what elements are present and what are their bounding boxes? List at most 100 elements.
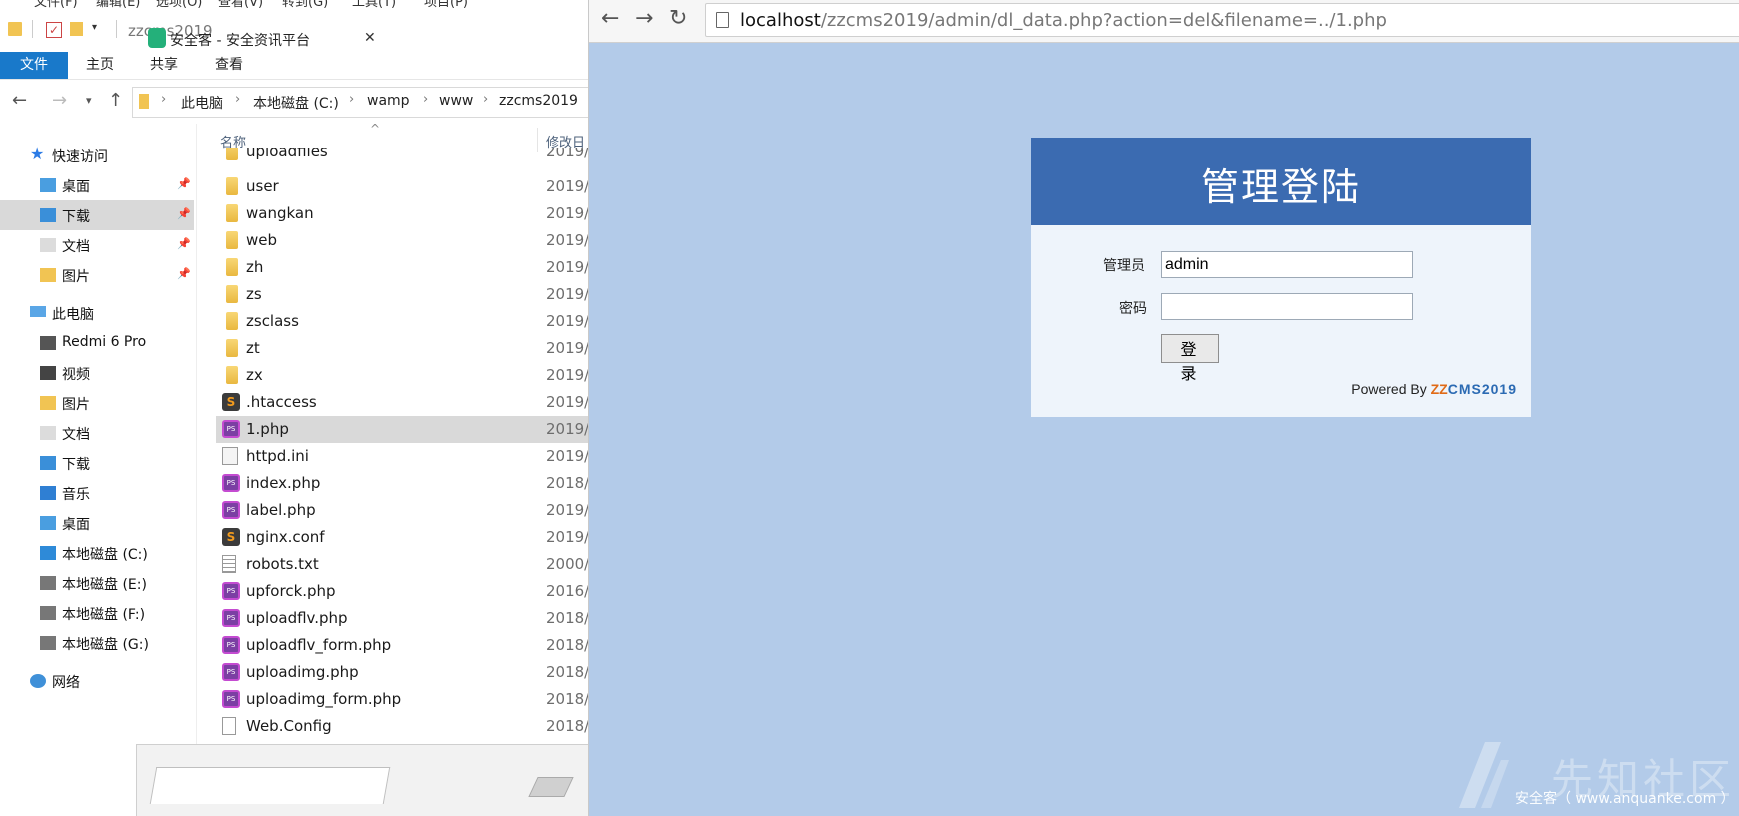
sidebar-item[interactable]: Redmi 6 Pro (0, 328, 194, 358)
breadcrumb-wamp[interactable]: wamp (367, 93, 410, 109)
pin-icon[interactable]: 📌 (177, 267, 191, 280)
sidebar-item[interactable]: 音乐 (0, 478, 194, 508)
sidebar-item[interactable]: 文档 📌 (0, 230, 194, 260)
login-button[interactable]: 登 录 (1161, 334, 1219, 383)
file-row[interactable]: PS upforck.php 2016/ (216, 578, 588, 605)
file-name: Web.Config (246, 717, 332, 735)
menu-item[interactable]: 查看(V) (218, 0, 263, 8)
properties-checkmark-icon[interactable]: ✓ (46, 22, 62, 38)
sidebar-item[interactable]: 本地磁盘 (E:) (0, 568, 194, 598)
pin-icon[interactable]: 📌 (177, 237, 191, 250)
sidebar-item[interactable]: ★ 快速访问 (0, 140, 194, 170)
file-row[interactable]: PS index.php 2018/ (216, 470, 588, 497)
sidebar-item[interactable]: 桌面 (0, 508, 194, 538)
file-row[interactable]: zs 2019/ (216, 281, 588, 308)
file-row[interactable]: PS uploadimg_form.php 2018/ (216, 686, 588, 713)
forward-arrow-icon[interactable]: → (635, 6, 653, 31)
admin-username-input[interactable] (1161, 251, 1413, 278)
file-row[interactable]: robots.txt 2000/ (216, 551, 588, 578)
up-arrow-icon[interactable]: ↑ (108, 90, 123, 111)
page-info-icon[interactable] (716, 12, 729, 28)
file-row[interactable]: PS uploadimg.php 2018/ (216, 659, 588, 686)
sidebar-item[interactable]: 下载 📌 (0, 200, 194, 230)
sidebar-item[interactable]: 图片 (0, 388, 194, 418)
file-row[interactable]: PS 1.php 2019/ (216, 416, 588, 443)
sidebar-item-label: 图片 (62, 269, 90, 285)
url-bar[interactable]: localhost/zzcms2019/admin/dl_data.php?ac… (705, 3, 1739, 37)
new-tab-button[interactable] (528, 777, 574, 797)
file-name: uploadimg_form.php (246, 690, 402, 708)
file-row[interactable]: wangkan 2019/ (216, 200, 588, 227)
folder-icon (226, 312, 238, 330)
quick-access-dropdown-icon[interactable]: ▾ (92, 22, 97, 33)
file-row[interactable]: Snginx.conf 2019/ (216, 524, 588, 551)
new-folder-icon[interactable] (70, 22, 83, 36)
file-row[interactable]: zt 2019/ (216, 335, 588, 362)
sidebar-item[interactable]: 网络 (0, 666, 194, 696)
pin-icon[interactable]: 📌 (177, 177, 191, 190)
file-date: 2018/ (546, 636, 588, 654)
sidebar-item[interactable]: 此电脑 (0, 298, 194, 328)
file-row[interactable]: zx 2019/ (216, 362, 588, 389)
sidebar-item[interactable]: 本地磁盘 (C:) (0, 538, 194, 568)
sidebar-item[interactable]: 桌面 📌 (0, 170, 194, 200)
file-row[interactable]: PS label.php 2019/ (216, 497, 588, 524)
brand-cms[interactable]: CMS2019 (1448, 381, 1517, 397)
file-row[interactable]: S .htaccess 2019/ (216, 389, 588, 416)
tab-share[interactable]: 共享 (150, 52, 178, 79)
text-file-icon (222, 555, 236, 573)
file-date: 2019/ (546, 420, 588, 438)
file-icon (222, 717, 236, 735)
sidebar-item[interactable]: 文档 (0, 418, 194, 448)
menu-item[interactable]: 选项(O) (156, 0, 202, 8)
sidebar-item-label: 本地磁盘 (E:) (62, 577, 147, 593)
menu-item[interactable]: 转到(G) (282, 0, 328, 8)
recent-dropdown-icon[interactable]: ▾ (86, 94, 92, 107)
sidebar-item[interactable]: 视频 (0, 358, 194, 388)
forward-arrow-icon[interactable]: → (52, 90, 67, 111)
breadcrumb-drive-c[interactable]: 本地磁盘 (C:) (253, 93, 339, 113)
pane-divider[interactable] (196, 124, 197, 744)
menu-item[interactable]: 项目(P) (424, 0, 468, 8)
brand-zz[interactable]: ZZ (1431, 381, 1448, 397)
sidebar-item[interactable]: 本地磁盘 (F:) (0, 598, 194, 628)
tab-view[interactable]: 查看 (215, 52, 243, 79)
browser-tab[interactable] (149, 767, 391, 804)
file-row[interactable]: web 2019/ (216, 227, 588, 254)
file-row[interactable]: PS uploadflv.php 2018/ (216, 605, 588, 632)
password-input[interactable] (1161, 293, 1413, 320)
tab-home[interactable]: 主页 (86, 52, 114, 79)
sidebar-item[interactable]: 图片 📌 (0, 260, 194, 290)
file-row[interactable]: Web.Config 2018/ (216, 713, 588, 740)
file-row[interactable]: httpd.ini 2019/ (216, 443, 588, 470)
sidebar-item-label: 图片 (62, 397, 90, 413)
tab-file[interactable]: 文件 (0, 52, 68, 79)
file-row[interactable]: uploadfiles 2019/ (216, 148, 588, 165)
breadcrumb-chevron-icon: › (161, 92, 167, 107)
file-name: uploadflv.php (246, 609, 348, 627)
login-title: 管理登陆 (1200, 165, 1361, 209)
videos-folder-icon (40, 366, 56, 380)
file-row[interactable]: PS uploadflv_form.php 2018/ (216, 632, 588, 659)
back-arrow-icon[interactable]: ← (12, 90, 27, 111)
url-text[interactable]: localhost/zzcms2019/admin/dl_data.php?ac… (740, 10, 1387, 31)
menu-item[interactable]: 文件(F) (34, 0, 78, 8)
breadcrumb-www[interactable]: www (439, 93, 473, 109)
breadcrumb-zzcms2019[interactable]: zzcms2019 (499, 93, 578, 109)
file-row[interactable]: user 2019/ (216, 173, 588, 200)
pin-icon[interactable]: 📌 (177, 207, 191, 220)
menu-item[interactable]: 编辑(E) (96, 0, 140, 8)
reload-icon[interactable]: ↻ (669, 6, 687, 31)
breadcrumb-this-pc[interactable]: 此电脑 (181, 93, 223, 113)
sidebar-item[interactable]: 下载 (0, 448, 194, 478)
address-bar[interactable]: › 此电脑 › 本地磁盘 (C:) › wamp › www › zzcms20… (132, 87, 588, 118)
back-arrow-icon[interactable]: ← (601, 6, 619, 31)
file-row[interactable]: zsclass 2019/ (216, 308, 588, 335)
sidebar-item[interactable]: 本地磁盘 (G:) (0, 628, 194, 658)
close-tab-icon[interactable]: ✕ (364, 30, 376, 46)
file-row[interactable]: zh 2019/ (216, 254, 588, 281)
sidebar-item-label: Redmi 6 Pro (62, 334, 147, 350)
menu-item[interactable]: 工具(T) (352, 0, 396, 8)
sidebar-item-label: 本地磁盘 (G:) (62, 637, 149, 653)
separator (32, 20, 33, 38)
